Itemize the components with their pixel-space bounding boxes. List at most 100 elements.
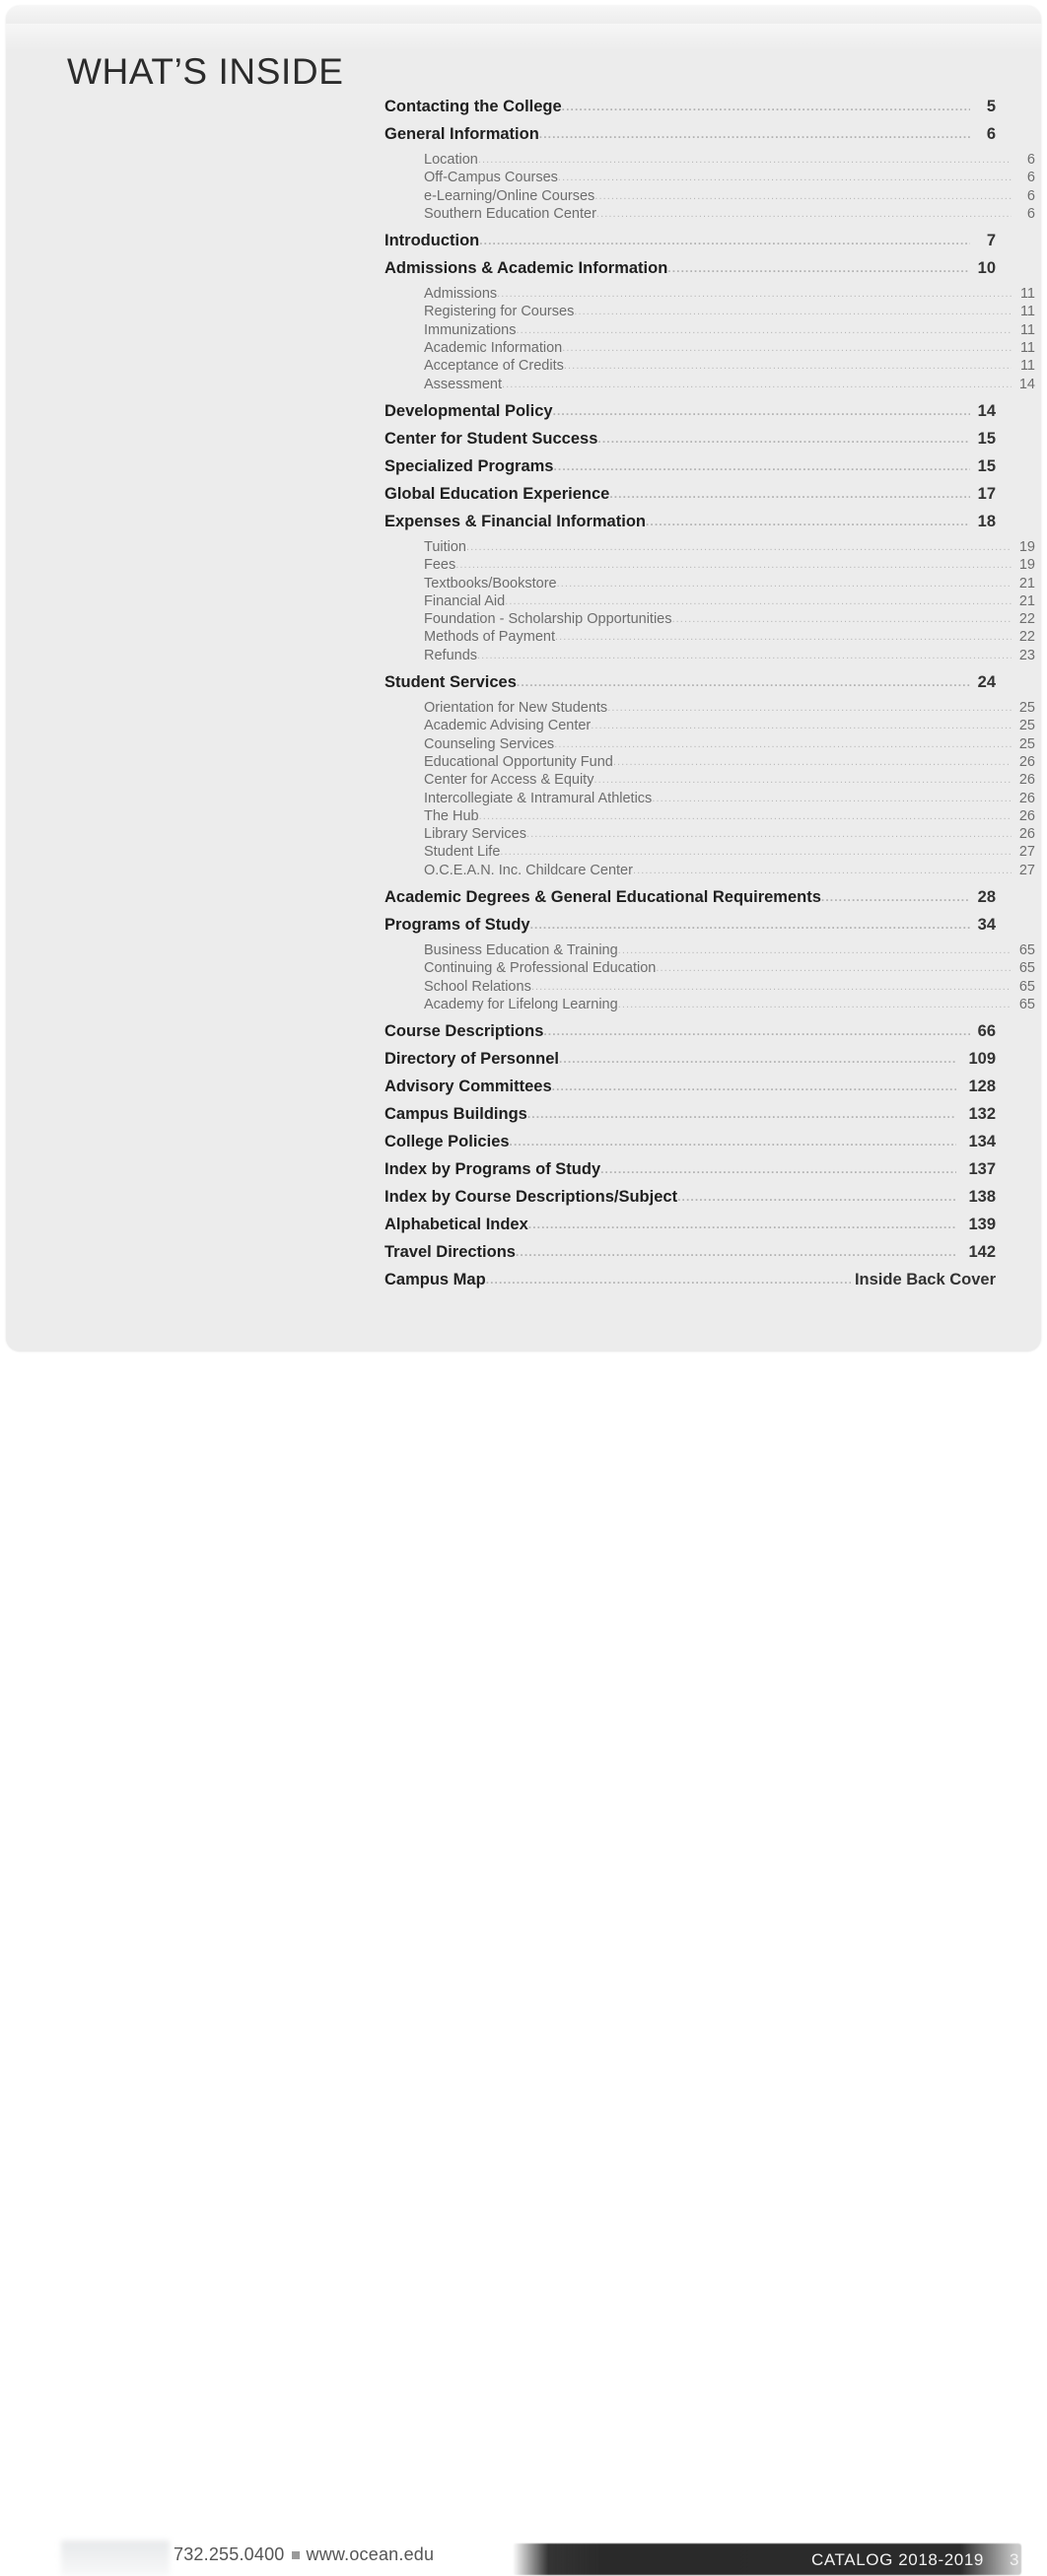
toc-entry-sub[interactable]: Orientation for New Students25 (384, 700, 1035, 718)
toc-entry-sub[interactable]: Textbooks/Bookstore 21 (384, 576, 1035, 593)
toc-entry-page-number: 65 (1012, 942, 1035, 958)
toc-entry-major[interactable]: Course Descriptions66 (384, 1022, 996, 1049)
toc-entry-label: Library Services (424, 826, 526, 842)
toc-entry-label: Academic Degrees & General Educational R… (384, 888, 821, 907)
toc-entry-sub[interactable]: e-Learning/Online Courses6 (384, 188, 1035, 206)
toc-leader-dots (557, 580, 1012, 594)
toc-entry-sub[interactable]: O.C.E.A.N. Inc. Childcare Center27 (384, 863, 1035, 880)
toc-entry-label: Course Descriptions (384, 1022, 543, 1041)
toc-entry-page-number: 5 (970, 98, 996, 116)
toc-entry-sub[interactable]: Continuing & Professional Education65 (384, 960, 1035, 978)
toc-entry-sub[interactable]: School Relations65 (384, 979, 1035, 997)
toc-leader-dots (558, 174, 1012, 188)
toc-entry-major[interactable]: Admissions & Academic Information10 (384, 259, 996, 286)
toc-entry-sub[interactable]: Registering for Courses11 (384, 304, 1035, 321)
toc-entry-page-number: 28 (970, 888, 996, 907)
toc-entry-major[interactable]: Campus Buildings132 (384, 1105, 996, 1132)
toc-entry-label: Methods of Payment (424, 629, 555, 645)
toc-leader-dots (633, 867, 1012, 881)
toc-entry-major[interactable]: Contacting the College5 (384, 98, 996, 124)
toc-entry-page-number: 25 (1012, 718, 1035, 733)
toc-leader-dots (596, 210, 1012, 225)
toc-entry-sub[interactable]: Center for Access & Equity26 (384, 772, 1035, 790)
toc-entry-sub[interactable]: Student Life27 (384, 844, 1035, 862)
toc-entry-major[interactable]: Center for Student Success15 (384, 430, 996, 456)
toc-entry-page-number: 6 (970, 125, 996, 144)
scan-band-artifact (6, 24, 1041, 51)
toc-entry-sub[interactable]: Location6 (384, 152, 1035, 170)
toc-entry-sub[interactable]: Financial Aid21 (384, 593, 1035, 611)
table-of-contents: Contacting the College5General Informati… (384, 97, 996, 1297)
toc-entry-sub[interactable]: Acceptance of Credits 11 (384, 358, 1035, 376)
toc-entry-sub[interactable]: Academy for Lifelong Learning65 (384, 997, 1035, 1014)
toc-entry-label: Academy for Lifelong Learning (424, 997, 618, 1012)
toc-entry-major[interactable]: Directory of Personnel109 (384, 1050, 996, 1077)
toc-entry-sub[interactable]: Academic Information11 (384, 340, 1035, 358)
toc-entry-label: Admissions & Academic Information (384, 259, 667, 278)
toc-leader-dots (677, 1192, 956, 1209)
toc-entry-page-number: 21 (1012, 576, 1035, 592)
toc-entry-page-number: 7 (970, 232, 996, 250)
toc-entry-page-number: 6 (1012, 170, 1035, 185)
toc-entry-sub[interactable]: Refunds23 (384, 648, 1035, 665)
toc-entry-sub[interactable]: Methods of Payment 22 (384, 629, 1035, 647)
toc-entry-sub[interactable]: Admissions11 (384, 286, 1035, 304)
page-footer: 732.255.0400www.ocean.edu CATALOG 2018-2… (0, 1249, 1047, 1358)
toc-entry-major[interactable]: Programs of Study34 (384, 916, 996, 942)
toc-entry-sub[interactable]: The Hub26 (384, 808, 1035, 826)
page-title: WHAT’S INSIDE (67, 51, 344, 93)
toc-entry-major[interactable]: Alphabetical Index139 (384, 1216, 996, 1242)
toc-entry-major[interactable]: College Policies134 (384, 1133, 996, 1159)
toc-leader-dots (562, 102, 970, 118)
toc-entry-major[interactable]: Expenses & Financial Information18 (384, 513, 996, 539)
toc-entry-page-number: 11 (1012, 286, 1035, 302)
toc-entry-sub[interactable]: Southern Education Center6 (384, 206, 1035, 224)
toc-entry-label: Educational Opportunity Fund (424, 754, 613, 770)
footer-website: www.ocean.edu (307, 2544, 435, 2564)
toc-entry-sub[interactable]: Library Services26 (384, 826, 1035, 844)
toc-entry-sub[interactable]: Academic Advising Center25 (384, 718, 1035, 735)
toc-entry-label: The Hub (424, 808, 479, 824)
toc-leader-dots (553, 406, 970, 423)
toc-entry-page-number: 26 (1012, 791, 1035, 806)
toc-entry-major[interactable]: Global Education Experience17 (384, 485, 996, 512)
toc-entry-label: Acceptance of Credits (424, 358, 564, 374)
toc-entry-sub[interactable]: Intercollegiate & Intramural Athletics26 (384, 791, 1035, 808)
toc-leader-dots (552, 1081, 956, 1098)
toc-entry-page-number: 134 (956, 1133, 996, 1151)
toc-entry-sub[interactable]: Business Education & Training65 (384, 942, 1035, 960)
toc-entry-major[interactable]: Advisory Committees128 (384, 1078, 996, 1104)
toc-entry-sub[interactable]: Fees19 (384, 557, 1035, 575)
toc-entry-major[interactable]: Academic Degrees & General Educational R… (384, 888, 996, 915)
toc-entry-label: Assessment (424, 377, 502, 392)
toc-entry-sub[interactable]: Immunizations11 (384, 322, 1035, 340)
toc-leader-dots (531, 983, 1012, 998)
toc-entry-major[interactable]: Index by Course Descriptions/Subject138 (384, 1188, 996, 1215)
toc-leader-dots (559, 1054, 956, 1071)
toc-entry-sub[interactable]: Off-Campus Courses6 (384, 170, 1035, 187)
footer-contact: 732.255.0400www.ocean.edu (174, 2544, 434, 2565)
toc-entry-sub[interactable]: Assessment14 (384, 377, 1035, 394)
toc-entry-sub[interactable]: Educational Opportunity Fund26 (384, 754, 1035, 772)
toc-entry-sub[interactable]: Counseling Services25 (384, 736, 1035, 754)
toc-entry-page-number: 11 (1012, 358, 1035, 374)
toc-entry-major[interactable]: Index by Programs of Study137 (384, 1160, 996, 1187)
toc-entry-major[interactable]: Student Services24 (384, 673, 996, 700)
toc-entry-sub[interactable]: Foundation - Scholarship Opportunities22 (384, 611, 1035, 629)
toc-leader-dots (455, 561, 1012, 576)
toc-entry-label: Textbooks/Bookstore (424, 576, 557, 592)
toc-entry-label: Southern Education Center (424, 206, 596, 222)
toc-leader-dots (530, 920, 970, 937)
toc-entry-page-number: 22 (1012, 629, 1035, 645)
toc-entry-label: Programs of Study (384, 916, 530, 935)
toc-entry-major[interactable]: Introduction7 (384, 232, 996, 258)
toc-entry-label: Specialized Programs (384, 457, 554, 476)
toc-entry-page-number: 15 (970, 457, 996, 476)
toc-entry-sub[interactable]: Tuition19 (384, 539, 1035, 557)
toc-entry-label: Alphabetical Index (384, 1216, 528, 1234)
toc-entry-major[interactable]: General Information6 (384, 125, 996, 152)
toc-leader-dots (593, 776, 1012, 791)
toc-entry-label: Orientation for New Students (424, 700, 607, 716)
toc-entry-major[interactable]: Developmental Policy14 (384, 402, 996, 429)
toc-entry-major[interactable]: Specialized Programs 15 (384, 457, 996, 484)
